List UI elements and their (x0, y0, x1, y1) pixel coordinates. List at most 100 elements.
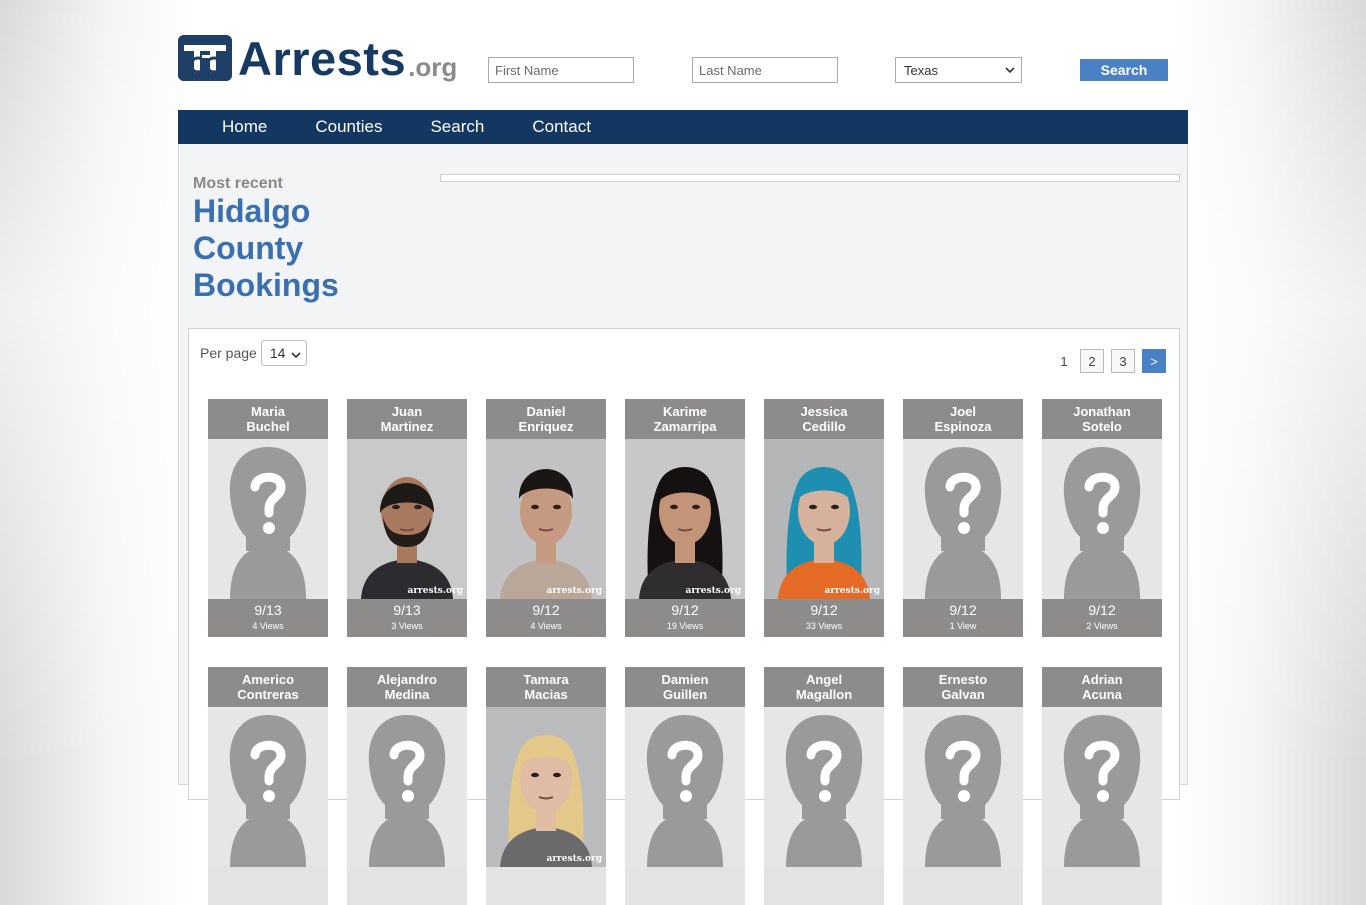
booking-last-name: Contreras (237, 687, 299, 702)
mugshot-photo[interactable]: arrests.org (764, 439, 884, 599)
page-link[interactable]: 2 (1080, 349, 1104, 373)
photo-watermark: arrests.org (407, 586, 463, 596)
booking-view-count: 4 Views (252, 621, 284, 631)
chevron-down-icon (1005, 64, 1015, 79)
booking-first-name: Maria (251, 404, 285, 419)
no-photo-placeholder-icon[interactable] (903, 707, 1023, 867)
booking-view-count: 2 Views (1086, 621, 1118, 631)
booking-last-name: Zamarripa (653, 419, 717, 434)
no-photo-placeholder-icon[interactable] (208, 439, 328, 599)
ad-banner-placeholder (440, 174, 1180, 182)
booking-first-name: Jonathan (1073, 404, 1131, 419)
first-name-input[interactable] (488, 57, 634, 83)
no-photo-placeholder-icon[interactable] (903, 439, 1023, 599)
photo-watermark: arrests.org (546, 586, 602, 596)
page-link[interactable]: 3 (1111, 349, 1135, 373)
booking-last-name: Medina (384, 687, 430, 702)
last-name-input[interactable] (692, 57, 838, 83)
booking-card[interactable]: Karime Zamarripa arrests.org 9/12 19 Views (625, 399, 745, 637)
chevron-down-icon (291, 348, 301, 364)
booking-name[interactable]: Maria Buchel (208, 399, 328, 439)
booking-date: 9/13 (254, 602, 282, 618)
page-title-line: Hidalgo (193, 193, 311, 229)
booking-name[interactable]: Juan Martinez (347, 399, 467, 439)
no-photo-placeholder-icon[interactable] (625, 707, 745, 867)
booking-card[interactable]: Ernesto Galvan (903, 667, 1023, 905)
per-page-select[interactable]: 14 (260, 340, 307, 366)
no-photo-placeholder-icon[interactable] (347, 707, 467, 867)
booking-first-name: Jessica (800, 404, 848, 419)
booking-card[interactable]: Adrian Acuna (1042, 667, 1162, 905)
site-logo[interactable]: Arrests .org (178, 34, 457, 82)
booking-name[interactable]: Tamara Macias (486, 667, 606, 707)
booking-name[interactable]: Damien Guillen (625, 667, 745, 707)
logo-suffix: .org (408, 52, 458, 82)
booking-name[interactable]: Adrian Acuna (1042, 667, 1162, 707)
mugshot-photo[interactable]: arrests.org (486, 707, 606, 867)
next-page-button[interactable]: > (1142, 349, 1166, 373)
booking-card[interactable]: Damien Guillen (625, 667, 745, 905)
no-photo-placeholder-icon[interactable] (1042, 439, 1162, 599)
booking-first-name: Joel (949, 404, 976, 419)
booking-name[interactable]: Ernesto Galvan (903, 667, 1023, 707)
booking-name[interactable]: Angel Magallon (764, 667, 884, 707)
bookings-row: Americo Contreras Alejandro Medina Tamara Mac… (208, 667, 1162, 905)
booking-name[interactable]: Alejandro Medina (347, 667, 467, 707)
booking-card[interactable]: Alejandro Medina (347, 667, 467, 905)
page-current: 1 (1060, 353, 1068, 369)
booking-first-name: Damien (661, 672, 709, 687)
booking-name[interactable]: Americo Contreras (208, 667, 328, 707)
booking-last-name: Enriquez (518, 419, 574, 434)
no-photo-placeholder-icon[interactable] (764, 707, 884, 867)
booking-card[interactable]: Daniel Enriquez arrests.org 9/12 4 Views (486, 399, 606, 637)
no-photo-placeholder-icon[interactable] (208, 707, 328, 867)
booking-date: 9/12 (671, 602, 699, 618)
booking-date: 9/12 (810, 602, 838, 618)
booking-view-count: 33 Views (805, 621, 843, 631)
booking-card[interactable]: Angel Magallon (764, 667, 884, 905)
booking-card[interactable]: Tamara Macias arrests.org (486, 667, 606, 905)
booking-last-name: Buchel (246, 419, 290, 434)
booking-view-count: 3 Views (391, 621, 423, 631)
nav-item-counties[interactable]: Counties (291, 110, 406, 144)
booking-footer: 9/12 19 Views (625, 599, 745, 637)
booking-last-name: Acuna (1082, 687, 1122, 702)
booking-card[interactable]: Joel Espinoza 9/12 1 View (903, 399, 1023, 637)
booking-name[interactable]: Karime Zamarripa (625, 399, 745, 439)
search-button[interactable]: Search (1080, 59, 1168, 81)
nav-item-contact[interactable]: Contact (508, 110, 615, 144)
booking-first-name: Adrian (1081, 672, 1123, 687)
state-select[interactable]: Texas (895, 57, 1022, 83)
booking-date: 9/12 (1088, 602, 1116, 618)
per-page-label: Per page (200, 345, 257, 361)
main-nav: Home Counties Search Contact (178, 110, 1188, 144)
booking-card[interactable]: Juan Martinez arrests.org 9/13 3 Views (347, 399, 467, 637)
nav-item-search[interactable]: Search (406, 110, 508, 144)
booking-card[interactable]: Americo Contreras (208, 667, 328, 905)
booking-name[interactable]: Daniel Enriquez (486, 399, 606, 439)
mugshot-photo[interactable]: arrests.org (625, 439, 745, 599)
booking-card[interactable]: Jessica Cedillo arrests.org 9/12 33 Views (764, 399, 884, 637)
nav-item-home[interactable]: Home (178, 110, 291, 144)
page-title: Hidalgo County Bookings (193, 193, 393, 304)
page-title-line: County (193, 230, 304, 266)
booking-date: 9/12 (532, 602, 560, 618)
booking-name[interactable]: Jonathan Sotelo (1042, 399, 1162, 439)
booking-last-name: Martinez (380, 419, 434, 434)
booking-name[interactable]: Joel Espinoza (903, 399, 1023, 439)
booking-card[interactable]: Maria Buchel 9/13 4 Views (208, 399, 328, 637)
booking-footer: 9/12 1 View (903, 599, 1023, 637)
booking-first-name: Ernesto (938, 672, 988, 687)
mugshot-photo[interactable]: arrests.org (347, 439, 467, 599)
no-photo-placeholder-icon[interactable] (1042, 707, 1162, 867)
photo-watermark: arrests.org (824, 586, 880, 596)
booking-card[interactable]: Jonathan Sotelo 9/12 2 Views (1042, 399, 1162, 637)
mugshot-photo[interactable]: arrests.org (486, 439, 606, 599)
booking-footer: 9/12 2 Views (1042, 599, 1162, 637)
booking-first-name: Tamara (523, 672, 569, 687)
per-page-value: 14 (269, 345, 286, 361)
booking-name[interactable]: Jessica Cedillo (764, 399, 884, 439)
booking-last-name: Espinoza (934, 419, 992, 434)
booking-footer: 9/13 3 Views (347, 599, 467, 637)
booking-footer: 9/12 4 Views (486, 599, 606, 637)
